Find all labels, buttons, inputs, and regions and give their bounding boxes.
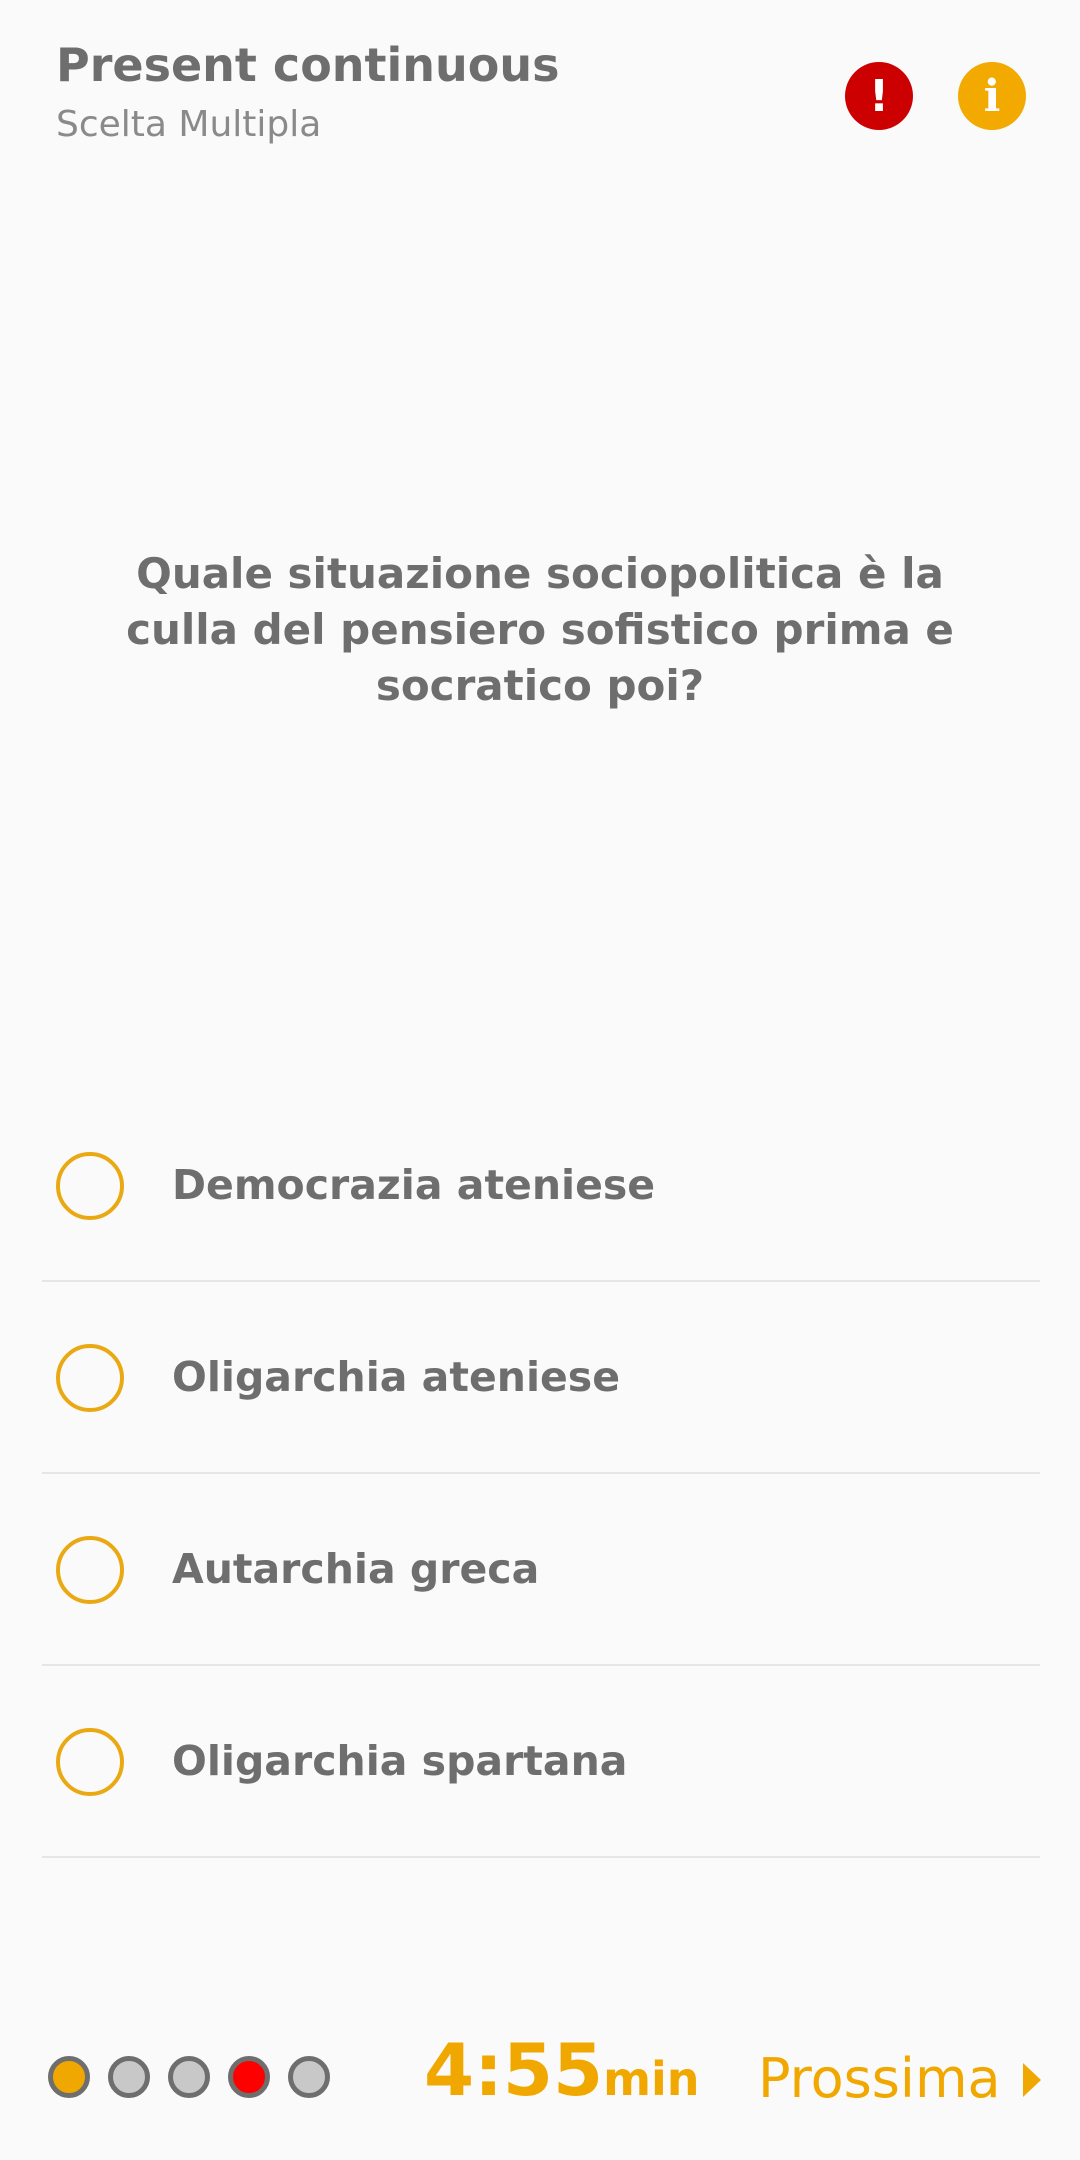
- report-button[interactable]: !: [845, 62, 913, 130]
- progress-dot-pending: [108, 2056, 150, 2098]
- progress-dots: [48, 2056, 348, 2098]
- answer-options: Democrazia ateniese Oligarchia ateniese …: [42, 1090, 1040, 1858]
- radio-button[interactable]: [56, 1344, 124, 1412]
- info-button[interactable]: i: [958, 62, 1026, 130]
- page-subtitle: Scelta Multipla: [56, 104, 322, 145]
- progress-dot-current: [228, 2056, 270, 2098]
- answer-option-4[interactable]: Oligarchia spartana: [42, 1666, 1040, 1858]
- answer-option-1[interactable]: Democrazia ateniese: [42, 1090, 1040, 1282]
- answer-label: Oligarchia ateniese: [172, 1353, 621, 1401]
- answer-option-3[interactable]: Autarchia greca: [42, 1474, 1040, 1666]
- progress-dot-pending: [288, 2056, 330, 2098]
- header: Present continuous Scelta Multipla ! i: [0, 0, 1080, 170]
- progress-dot-answered: [48, 2056, 90, 2098]
- answer-label: Autarchia greca: [172, 1545, 540, 1593]
- radio-button[interactable]: [56, 1728, 124, 1796]
- answer-label: Democrazia ateniese: [172, 1161, 656, 1209]
- exclamation-icon: !: [868, 70, 890, 122]
- info-icon: i: [983, 70, 1001, 122]
- timer: 4:55min: [424, 2028, 700, 2112]
- play-arrow-icon: [1022, 2063, 1041, 2097]
- footer: 4:55min Prossima: [0, 2020, 1080, 2140]
- question-text: Quale situazione sociopolitica è la cull…: [126, 549, 954, 710]
- next-button[interactable]: Prossima: [758, 2028, 1041, 2128]
- timer-unit: min: [603, 2052, 700, 2106]
- answer-label: Oligarchia spartana: [172, 1737, 628, 1785]
- next-label: Prossima: [758, 2046, 1001, 2110]
- page-title: Present continuous: [56, 38, 560, 92]
- answer-option-2[interactable]: Oligarchia ateniese: [42, 1282, 1040, 1474]
- progress-dot-pending: [168, 2056, 210, 2098]
- radio-button[interactable]: [56, 1152, 124, 1220]
- timer-value: 4:55: [424, 2028, 604, 2112]
- radio-button[interactable]: [56, 1536, 124, 1604]
